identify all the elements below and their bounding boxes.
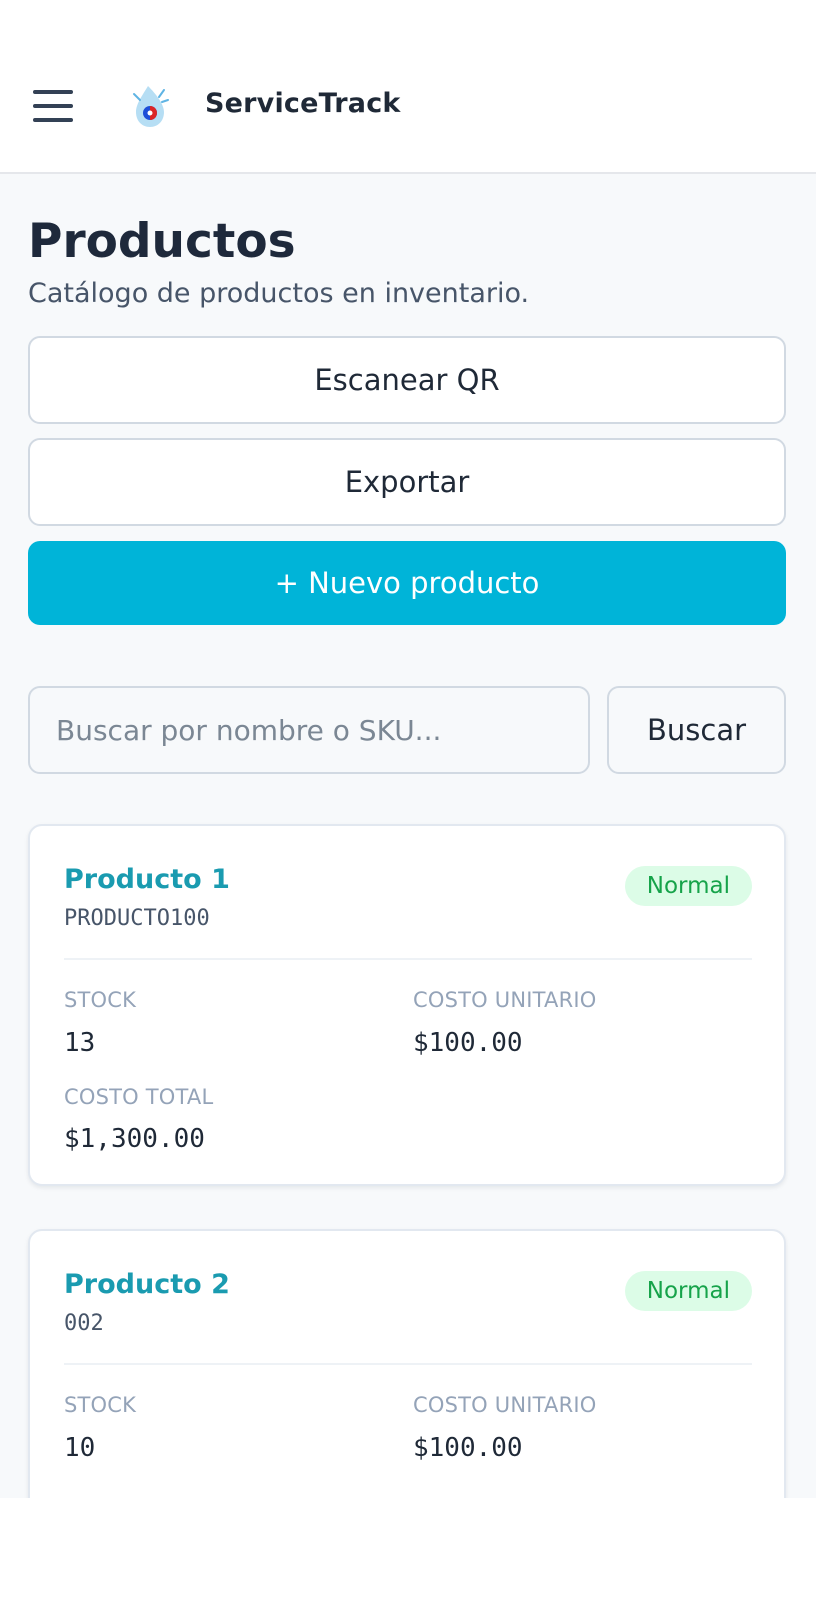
card-divider [64,1363,752,1365]
export-button[interactable]: Exportar [28,438,786,526]
bottom-blank-area [0,1498,816,1600]
new-product-button[interactable]: + Nuevo producto [28,541,786,625]
main-content: Productos Catálogo de productos en inven… [0,174,816,1498]
water-drop-logo [133,86,169,127]
search-input[interactable] [28,686,590,774]
product-card[interactable]: Producto 2 002 Normal STOCK 10 COSTO UNI… [28,1229,786,1498]
stock-value: 10 [64,1433,96,1463]
unit-cost-label: COSTO UNITARIO [413,988,597,1012]
stock-value: 13 [64,1028,96,1058]
product-name-link[interactable]: Producto 1 [64,864,230,895]
product-sku: PRODUCTO100 [64,906,210,931]
hamburger-menu-icon[interactable] [33,90,73,122]
page-title: Productos [28,214,296,269]
unit-cost-value: $100.00 [413,1433,523,1463]
scan-qr-button[interactable]: Escanear QR [28,336,786,424]
app-title: ServiceTrack [205,88,401,119]
total-cost-label: COSTO TOTAL [64,1085,214,1109]
unit-cost-label: COSTO UNITARIO [413,1393,597,1417]
unit-cost-value: $100.00 [413,1028,523,1058]
total-cost-value: $1,300.00 [64,1124,205,1154]
product-card[interactable]: Producto 1 PRODUCTO100 Normal STOCK 13 C… [28,824,786,1186]
search-button[interactable]: Buscar [607,686,786,774]
product-sku: 002 [64,1311,104,1336]
stock-label: STOCK [64,1393,137,1417]
page-subtitle: Catálogo de productos en inventario. [28,278,530,309]
status-badge: Normal [624,866,752,906]
stock-label: STOCK [64,988,137,1012]
status-badge: Normal [624,1271,752,1311]
top-bar: ServiceTrack [0,0,816,174]
card-divider [64,958,752,960]
product-name-link[interactable]: Producto 2 [64,1269,230,1300]
